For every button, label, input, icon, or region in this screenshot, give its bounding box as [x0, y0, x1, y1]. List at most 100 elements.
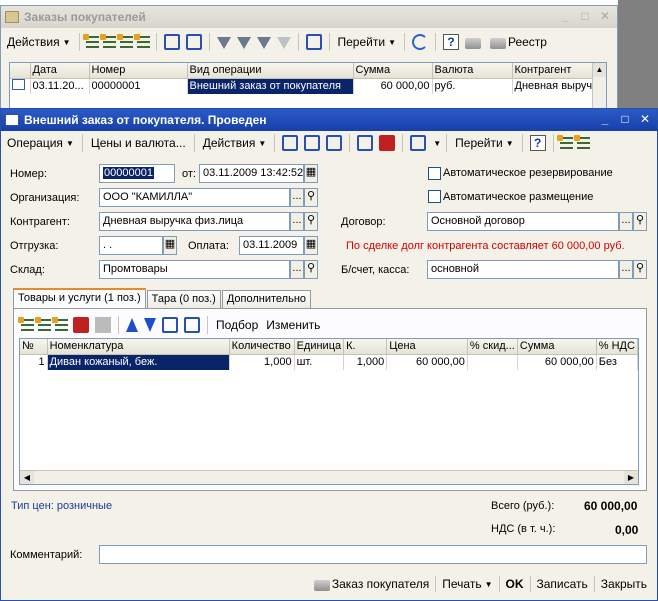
calendar-icon[interactable]: ▦: [304, 164, 318, 183]
col-counterparty[interactable]: Контрагент: [512, 63, 596, 79]
based-on-icon[interactable]: [410, 135, 427, 151]
help-icon[interactable]: ?: [442, 34, 459, 50]
goto-menu[interactable]: Перейти ▼: [452, 133, 516, 153]
price-type-link[interactable]: Тип цен: розничные: [11, 500, 112, 512]
list-scrollbar[interactable]: ▲: [592, 63, 606, 111]
tab-additional[interactable]: Дополнительно: [221, 290, 312, 308]
customer-order-button[interactable]: Заказ покупателя: [306, 574, 435, 594]
edit-icon[interactable]: [116, 33, 133, 49]
movements-icon[interactable]: [304, 135, 321, 151]
close-button[interactable]: Закрыть: [595, 574, 653, 594]
actions-menu[interactable]: Действия ▼: [200, 133, 270, 153]
maximize-icon[interactable]: □: [617, 112, 633, 127]
end-edit-icon[interactable]: [95, 317, 111, 333]
select-button[interactable]: ...: [290, 260, 304, 279]
shipment-date-field[interactable]: . .: [99, 236, 163, 255]
interval-icon[interactable]: [163, 34, 180, 50]
copy-row-icon[interactable]: [35, 316, 51, 332]
close-icon[interactable]: ✕: [637, 112, 653, 127]
move-down-icon[interactable]: [144, 318, 156, 332]
settings-list-icon[interactable]: [573, 134, 590, 150]
scroll-right-icon[interactable]: ▶: [624, 471, 638, 484]
col-operation[interactable]: Вид операции: [187, 63, 354, 79]
delete-row-icon[interactable]: [73, 317, 89, 333]
edit-items-button[interactable]: Изменить: [263, 315, 323, 335]
orders-table[interactable]: Дата Номер Вид операции Сумма Валюта Кон…: [9, 62, 607, 112]
scroll-up-icon[interactable]: ▲: [593, 63, 606, 77]
search-icon[interactable]: ⚲: [633, 260, 647, 279]
col-nomenclature[interactable]: Номенклатура: [47, 339, 230, 355]
registry-button[interactable]: Реестр: [485, 32, 550, 52]
actions-menu[interactable]: Действия ▼: [4, 32, 74, 52]
search-icon[interactable]: ⚲: [304, 212, 318, 231]
scroll-left-icon[interactable]: ◀: [20, 471, 34, 484]
caret-down-icon[interactable]: ▼: [433, 139, 441, 148]
sort-asc-icon[interactable]: [162, 317, 178, 333]
refresh-icon[interactable]: [411, 34, 428, 50]
col-vat[interactable]: % НДС: [596, 339, 638, 355]
number-field[interactable]: 00000001: [99, 164, 175, 183]
table-row[interactable]: 03.11.20... 00000001 Внешний заказ от по…: [10, 78, 596, 94]
search-icon[interactable]: ⚲: [304, 260, 318, 279]
structure-icon[interactable]: [326, 135, 343, 151]
filter-off-icon[interactable]: [276, 37, 291, 49]
add-icon[interactable]: [82, 33, 99, 49]
date-field[interactable]: 03.11.2009 13:42:52: [199, 164, 304, 183]
tab-containers[interactable]: Тара (0 поз.): [146, 290, 221, 308]
calendar-icon[interactable]: ▦: [304, 236, 318, 255]
move-up-icon[interactable]: [126, 318, 138, 332]
col-sum[interactable]: Сумма: [517, 339, 597, 355]
report-icon[interactable]: [556, 134, 573, 150]
col-sum[interactable]: Сумма: [353, 63, 433, 79]
post-icon[interactable]: [282, 135, 299, 151]
close-icon[interactable]: ✕: [597, 9, 613, 24]
save-button[interactable]: Записать: [531, 574, 594, 594]
tab-goods-services[interactable]: Товары и услуги (1 поз.): [13, 288, 146, 308]
filter-icon[interactable]: [216, 37, 231, 49]
auto-reserve-checkbox[interactable]: [428, 167, 441, 180]
search-icon[interactable]: [185, 34, 202, 50]
col-price[interactable]: Цена: [386, 339, 468, 355]
save-icon[interactable]: [357, 135, 374, 151]
payment-date-field[interactable]: 03.11.2009: [239, 236, 304, 255]
contract-field[interactable]: Основной договор: [427, 212, 619, 231]
comment-field[interactable]: [99, 545, 647, 564]
warehouse-field[interactable]: Промтовары: [99, 260, 290, 279]
orders-list-titlebar[interactable]: Заказы покупателей _ □ ✕: [1, 6, 617, 28]
select-button[interactable]: ...: [619, 212, 633, 231]
items-table[interactable]: № Номенклатура Количество Единица К. Цен…: [19, 338, 639, 485]
based-on-icon[interactable]: [305, 34, 322, 50]
sort-desc-icon[interactable]: [184, 317, 200, 333]
auto-place-checkbox[interactable]: [428, 190, 441, 203]
col-number[interactable]: Номер: [89, 63, 188, 79]
goto-menu[interactable]: Перейти ▼: [335, 32, 399, 52]
col-n[interactable]: №: [20, 339, 48, 355]
select-button[interactable]: ...: [619, 260, 633, 279]
items-h-scrollbar[interactable]: ◀ ▶: [20, 470, 638, 484]
prices-currency-button[interactable]: Цены и валюта...: [88, 133, 189, 153]
search-icon[interactable]: ⚲: [304, 188, 318, 207]
edit-row-icon[interactable]: [52, 316, 68, 332]
print-icon[interactable]: [464, 38, 481, 49]
select-button[interactable]: ...: [290, 188, 304, 207]
unpost-icon[interactable]: [379, 135, 396, 151]
col-discount[interactable]: % скид...: [467, 339, 518, 355]
col-quantity[interactable]: Количество: [229, 339, 295, 355]
select-items-button[interactable]: Подбор: [213, 315, 261, 335]
print-menu[interactable]: Печать ▼: [436, 574, 498, 594]
operation-menu[interactable]: Операция ▼: [4, 133, 77, 153]
maximize-icon[interactable]: □: [577, 9, 593, 24]
calendar-icon[interactable]: ▦: [163, 236, 177, 255]
ok-button[interactable]: OK: [500, 574, 530, 594]
table-row[interactable]: 1 Диван кожаный, беж. 1,000 шт. 1,000 60…: [20, 354, 638, 370]
minimize-icon[interactable]: _: [597, 112, 613, 127]
order-document-titlebar[interactable]: Внешний заказ от покупателя. Проведен _ …: [1, 109, 657, 131]
help-icon[interactable]: ?: [529, 135, 546, 151]
col-k[interactable]: К.: [343, 339, 388, 355]
organization-field[interactable]: ООО "КАМИЛЛА": [99, 188, 290, 207]
delete-mark-icon[interactable]: [133, 33, 150, 49]
add-row-icon[interactable]: [18, 316, 34, 332]
filter-value-icon[interactable]: [236, 37, 251, 49]
col-unit[interactable]: Единица: [294, 339, 345, 355]
counterparty-field[interactable]: Дневная выручка физ.лица: [99, 212, 290, 231]
